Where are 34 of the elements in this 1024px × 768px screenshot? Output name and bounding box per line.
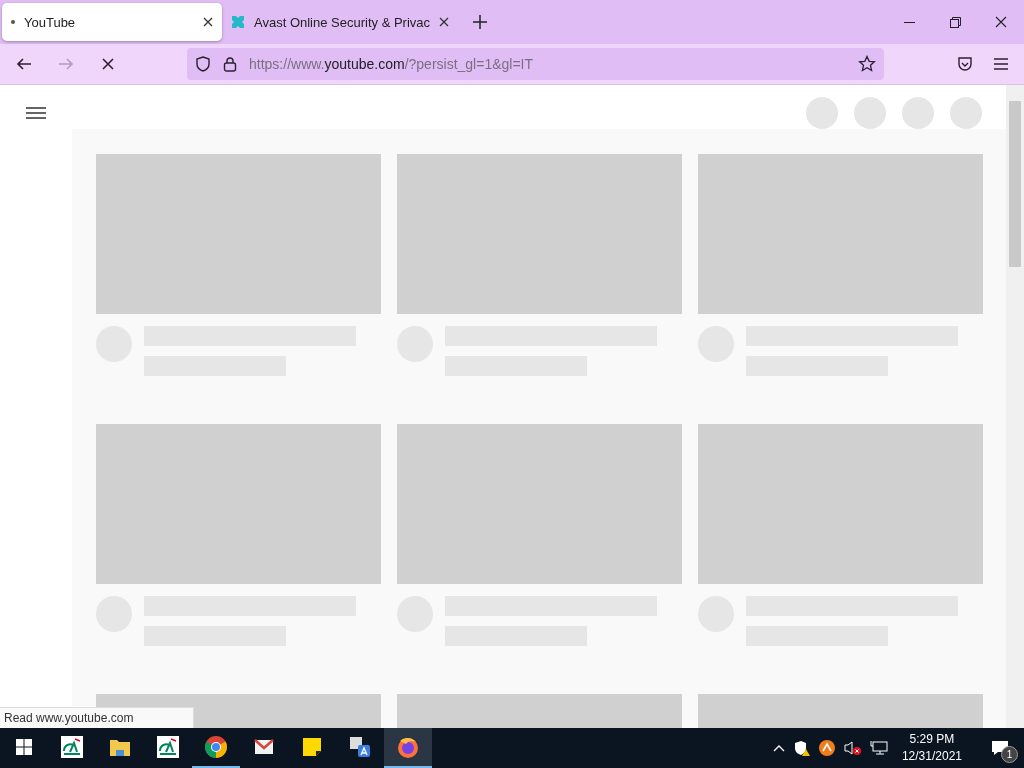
star-icon[interactable] (858, 55, 876, 73)
shield-warning-icon[interactable] (793, 740, 810, 756)
clock-time: 5:29 PM (908, 731, 956, 748)
avast-icon[interactable] (817, 739, 836, 757)
ca-logo-icon (60, 735, 84, 759)
back-arrow-icon[interactable] (16, 56, 32, 72)
status-text: Read www.youtube.com (0, 707, 195, 728)
sticky-note-icon (300, 735, 324, 759)
firefox-icon (396, 735, 420, 759)
placeholder-circle (854, 97, 886, 129)
placeholder-circle (950, 97, 982, 129)
placeholder-circle (806, 97, 838, 129)
browser-tab[interactable]: YouTube (2, 3, 222, 41)
clock-date: 12/31/2021 (901, 748, 962, 765)
close-icon[interactable] (202, 16, 214, 28)
shield-icon[interactable] (195, 56, 211, 72)
browser-tab[interactable]: Avast Online Security & Privac (222, 3, 459, 41)
lock-icon[interactable] (223, 56, 237, 72)
close-icon[interactable] (438, 16, 451, 28)
address-bar[interactable]: https://www.youtube.com/?persist_gl=1&gl=IT (187, 48, 884, 80)
loading-dot-icon (10, 19, 16, 25)
puzzle-icon (230, 14, 246, 30)
chrome-icon (204, 735, 228, 759)
network-icon[interactable] (869, 740, 888, 756)
stop-x-icon[interactable] (100, 56, 116, 72)
translate-icon (348, 735, 372, 759)
taskbar-app[interactable] (384, 728, 432, 768)
notification-count: 1 (1001, 746, 1018, 763)
muted-speaker-icon[interactable] (843, 740, 862, 756)
menu-icon[interactable] (26, 105, 46, 121)
scrollbar[interactable] (1006, 85, 1024, 728)
placeholder-circle (902, 97, 934, 129)
ca-logo-icon (156, 735, 180, 759)
url-text: https://www.youtube.com/?persist_gl=1&gl=IT (249, 56, 535, 72)
